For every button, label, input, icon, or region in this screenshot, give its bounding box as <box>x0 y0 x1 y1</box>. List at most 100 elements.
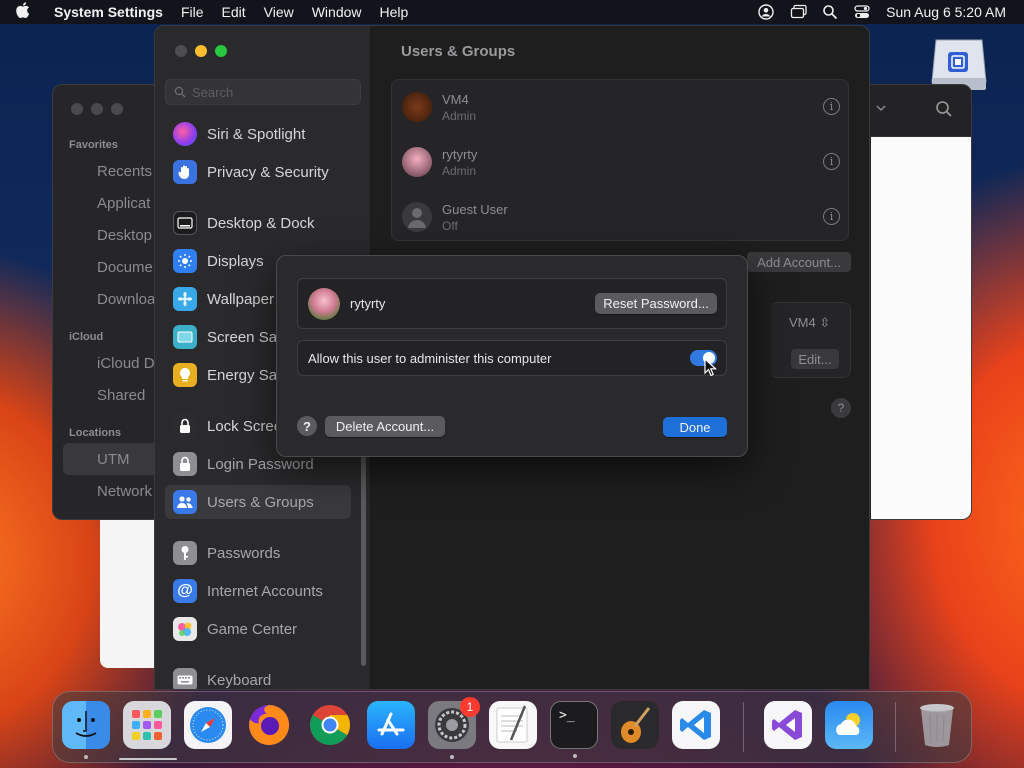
user-account-icon[interactable] <box>758 4 774 20</box>
finder-item-downloads[interactable]: Downloa <box>97 291 155 308</box>
menu-help[interactable]: Help <box>380 4 409 20</box>
reset-password-button[interactable]: Reset Password... <box>595 293 717 314</box>
user-role: Admin <box>442 163 477 178</box>
user-row-vm4[interactable]: VM4 Admin i <box>402 82 842 132</box>
sidebar-item-passwords[interactable]: Passwords <box>165 536 351 570</box>
zoom-button[interactable] <box>215 45 227 57</box>
lotus-avatar <box>402 147 432 177</box>
sidebar-item-label: Displays <box>207 252 264 270</box>
finder-zoom-button[interactable] <box>111 103 123 115</box>
control-center-icon[interactable] <box>854 4 870 20</box>
screensaver-icon <box>173 325 197 349</box>
info-icon[interactable]: i <box>823 153 840 170</box>
finder-content-pane <box>871 137 971 519</box>
dock-separator <box>895 702 896 752</box>
info-icon[interactable]: i <box>823 208 840 225</box>
edit-button[interactable]: Edit... <box>791 349 839 369</box>
menu-clock[interactable]: Sun Aug 6 5:20 AM <box>886 4 1006 20</box>
wallpaper-icon <box>173 287 197 311</box>
sidebar-item-label: Passwords <box>207 544 281 562</box>
finder-item-icloud-drive[interactable]: iCloud D <box>97 355 155 372</box>
visual-studio-icon[interactable] <box>764 701 812 749</box>
minimize-button[interactable] <box>195 45 207 57</box>
finder-item-desktop[interactable]: Desktop <box>97 227 152 244</box>
settings-search-field[interactable] <box>165 79 361 105</box>
vscode-icon[interactable] <box>672 701 720 749</box>
delete-account-button[interactable]: Delete Account... <box>325 416 445 437</box>
spotlight-search-icon[interactable] <box>822 4 838 20</box>
auto-login-select[interactable]: VM4 ⇳ <box>789 315 830 331</box>
dock-scroll-indicator <box>119 758 177 760</box>
sidebar-item-label: Energy Sa <box>207 366 278 384</box>
sidebar-item-label: Desktop & Dock <box>207 214 315 232</box>
finder-item-shared[interactable]: Shared <box>97 387 145 404</box>
siri-icon <box>173 122 197 146</box>
finder-minimize-button[interactable] <box>91 103 103 115</box>
user-row-guest[interactable]: Guest User Off i <box>402 192 842 242</box>
mouse-pointer-icon <box>704 357 718 378</box>
search-input[interactable] <box>192 84 352 100</box>
dock: 1 >_ <box>52 691 972 763</box>
user-role: Admin <box>442 108 477 123</box>
finder-toolbar <box>869 85 971 137</box>
safari-icon[interactable] <box>184 701 232 749</box>
finder-item-network[interactable]: Network <box>97 483 152 500</box>
textedit-icon[interactable] <box>489 701 537 749</box>
dock-icon <box>173 211 197 235</box>
trash-icon[interactable] <box>913 701 961 749</box>
sidebar-item-internet-accounts[interactable]: @ Internet Accounts <box>165 574 351 608</box>
keyboard-icon <box>173 668 197 689</box>
sidebar-item-keyboard[interactable]: Keyboard <box>165 663 351 689</box>
admin-toggle-label: Allow this user to administer this compu… <box>308 350 552 366</box>
add-account-button[interactable]: Add Account... <box>747 252 851 272</box>
menu-file[interactable]: File <box>181 4 204 20</box>
app-store-icon[interactable] <box>367 701 415 749</box>
close-button[interactable] <box>175 45 187 57</box>
finder-item-recents[interactable]: Recents <box>97 163 152 180</box>
apple-menu-icon[interactable] <box>16 1 40 23</box>
user-row-rytyrty[interactable]: rytyrty Admin i <box>402 137 842 187</box>
chevron-down-icon[interactable] <box>875 101 887 119</box>
sidebar-item-privacy-security[interactable]: Privacy & Security <box>165 155 351 189</box>
menu-app-name[interactable]: System Settings <box>54 4 163 20</box>
sidebar-item-label: Siri & Spotlight <box>207 125 306 143</box>
menu-view[interactable]: View <box>264 4 294 20</box>
menu-window[interactable]: Window <box>312 4 362 20</box>
firefox-icon[interactable] <box>245 701 293 749</box>
auto-login-value: VM4 <box>789 315 816 330</box>
finder-close-button[interactable] <box>71 103 83 115</box>
sidebar-item-label: Lock Scree <box>207 417 283 435</box>
launchpad-icon[interactable] <box>123 701 171 749</box>
sidebar-item-label: Login Password <box>207 455 314 473</box>
info-icon[interactable]: i <box>823 98 840 115</box>
finder-section-icloud: iCloud <box>69 331 104 343</box>
sidebar-item-label: Privacy & Security <box>207 163 329 181</box>
finder-traffic-lights <box>71 103 123 115</box>
sidebar-item-desktop-dock[interactable]: Desktop & Dock <box>165 206 351 240</box>
finder-item-utm[interactable]: UTM <box>97 451 130 468</box>
weather-icon[interactable] <box>825 701 873 749</box>
sidebar-item-siri-spotlight[interactable]: Siri & Spotlight <box>165 117 351 151</box>
finder-icon[interactable] <box>62 701 110 759</box>
screen-mirroring-icon[interactable] <box>790 4 807 20</box>
at-icon: @ <box>173 579 197 603</box>
lotus-avatar <box>308 287 340 320</box>
lock-icon <box>173 414 197 438</box>
chrome-icon[interactable] <box>306 701 354 749</box>
help-button[interactable]: ? <box>831 398 851 418</box>
sidebar-item-game-center[interactable]: Game Center <box>165 612 351 646</box>
bulb-icon <box>173 363 197 387</box>
system-settings-icon[interactable]: 1 <box>428 697 480 759</box>
dialog-help-button[interactable]: ? <box>297 416 317 436</box>
menu-edit[interactable]: Edit <box>222 4 246 20</box>
done-button[interactable]: Done <box>663 417 727 437</box>
sidebar-item-users-groups[interactable]: Users & Groups <box>165 485 351 519</box>
sidebar-item-label: Game Center <box>207 620 298 638</box>
terminal-icon[interactable]: >_ <box>550 701 598 758</box>
dock-separator <box>743 702 744 752</box>
finder-item-applications[interactable]: Applicat <box>97 195 150 212</box>
user-name: VM4 <box>442 91 469 107</box>
finder-item-documents[interactable]: Docume <box>97 259 153 276</box>
finder-search-icon[interactable] <box>935 100 953 123</box>
garageband-icon[interactable] <box>611 701 659 749</box>
